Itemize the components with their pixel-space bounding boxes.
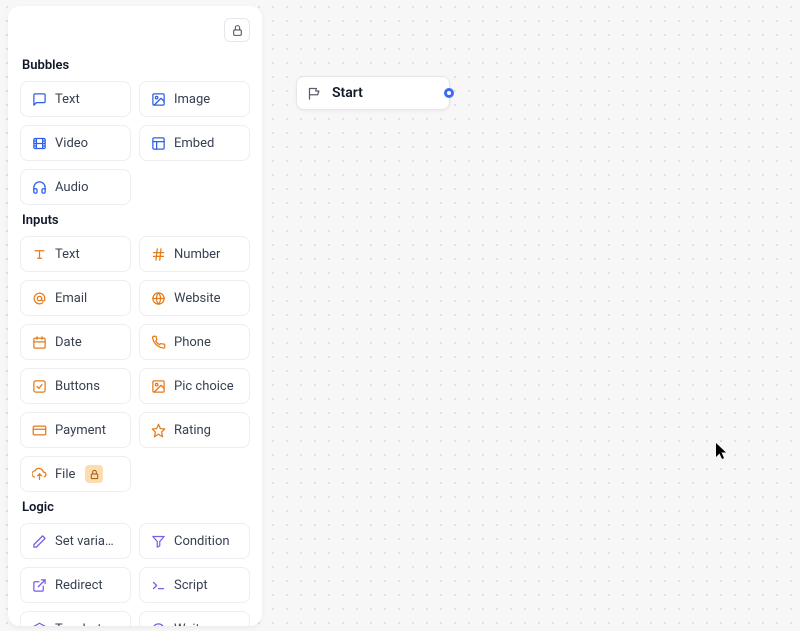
flag-icon xyxy=(307,86,322,101)
block-label: Wait xyxy=(174,622,200,627)
block-label: Pic choice xyxy=(174,379,234,394)
block-input-payment[interactable]: Payment xyxy=(20,412,131,448)
block-logic-typebot[interactable]: Typebot xyxy=(20,611,131,626)
credit-card-icon xyxy=(31,422,47,438)
pin-sidebar-button[interactable] xyxy=(224,18,250,42)
block-label: File xyxy=(55,467,75,482)
hash-icon xyxy=(150,246,166,262)
phone-icon xyxy=(150,334,166,350)
block-bubble-embed[interactable]: Embed xyxy=(139,125,250,161)
block-input-text[interactable]: Text xyxy=(20,236,131,272)
block-label: Payment xyxy=(55,423,106,438)
block-bubble-image[interactable]: Image xyxy=(139,81,250,117)
block-label: Rating xyxy=(174,423,211,438)
start-node[interactable]: Start xyxy=(296,76,450,110)
block-label: Typebot xyxy=(55,622,102,627)
upload-icon xyxy=(31,466,47,482)
block-bubble-audio[interactable]: Audio xyxy=(20,169,131,205)
layout-icon xyxy=(150,135,166,151)
star-icon xyxy=(150,422,166,438)
clock-icon xyxy=(150,621,166,626)
inputs-grid: Text Number Email Website Date xyxy=(20,236,250,492)
block-input-file[interactable]: File xyxy=(20,456,131,492)
block-logic-set-variable[interactable]: Set variable xyxy=(20,523,131,559)
image-icon xyxy=(150,91,166,107)
sidebar-header xyxy=(20,14,250,50)
logic-grid: Set variable Condition Redirect Script T… xyxy=(20,523,250,626)
block-input-email[interactable]: Email xyxy=(20,280,131,316)
video-icon xyxy=(31,135,47,151)
blocks-sidebar: Bubbles Text Image Video Embed xyxy=(8,6,262,626)
lock-badge xyxy=(85,465,103,483)
block-logic-script[interactable]: Script xyxy=(139,567,250,603)
terminal-icon xyxy=(150,577,166,593)
external-link-icon xyxy=(31,577,47,593)
block-label: Image xyxy=(174,92,210,107)
at-icon xyxy=(31,290,47,306)
block-input-pic-choice[interactable]: Pic choice xyxy=(139,368,250,404)
bubbles-grid: Text Image Video Embed Audio xyxy=(20,81,250,205)
block-label: Condition xyxy=(174,534,230,549)
block-input-buttons[interactable]: Buttons xyxy=(20,368,131,404)
block-label: Number xyxy=(174,247,220,262)
block-input-date[interactable]: Date xyxy=(20,324,131,360)
block-label: Embed xyxy=(174,136,214,151)
block-input-rating[interactable]: Rating xyxy=(139,412,250,448)
block-label: Phone xyxy=(174,335,211,350)
calendar-icon xyxy=(31,334,47,350)
block-label: Set variable xyxy=(55,534,120,549)
section-title-bubbles: Bubbles xyxy=(22,58,250,73)
block-label: Website xyxy=(174,291,221,306)
section-title-logic: Logic xyxy=(22,500,250,515)
block-input-number[interactable]: Number xyxy=(139,236,250,272)
block-label: Text xyxy=(55,92,80,107)
image-icon xyxy=(150,378,166,394)
block-input-website[interactable]: Website xyxy=(139,280,250,316)
block-logic-wait[interactable]: Wait xyxy=(139,611,250,626)
pencil-icon xyxy=(31,533,47,549)
block-logic-redirect[interactable]: Redirect xyxy=(20,567,131,603)
block-label: Buttons xyxy=(55,379,100,394)
filter-icon xyxy=(150,533,166,549)
section-title-inputs: Inputs xyxy=(22,213,250,228)
block-label: Redirect xyxy=(55,578,103,593)
block-logic-condition[interactable]: Condition xyxy=(139,523,250,559)
start-node-connector[interactable] xyxy=(444,88,454,98)
block-bubble-video[interactable]: Video xyxy=(20,125,131,161)
type-icon xyxy=(31,246,47,262)
block-input-phone[interactable]: Phone xyxy=(139,324,250,360)
block-label: Date xyxy=(55,335,82,350)
block-label: Audio xyxy=(55,180,88,195)
block-label: Text xyxy=(55,247,80,262)
block-label: Email xyxy=(55,291,87,306)
cube-icon xyxy=(31,621,47,626)
block-label: Video xyxy=(55,136,88,151)
block-bubble-text[interactable]: Text xyxy=(20,81,131,117)
headphones-icon xyxy=(31,179,47,195)
message-icon xyxy=(31,91,47,107)
check-square-icon xyxy=(31,378,47,394)
globe-icon xyxy=(150,290,166,306)
start-node-label: Start xyxy=(332,85,363,101)
block-label: Script xyxy=(174,578,208,593)
